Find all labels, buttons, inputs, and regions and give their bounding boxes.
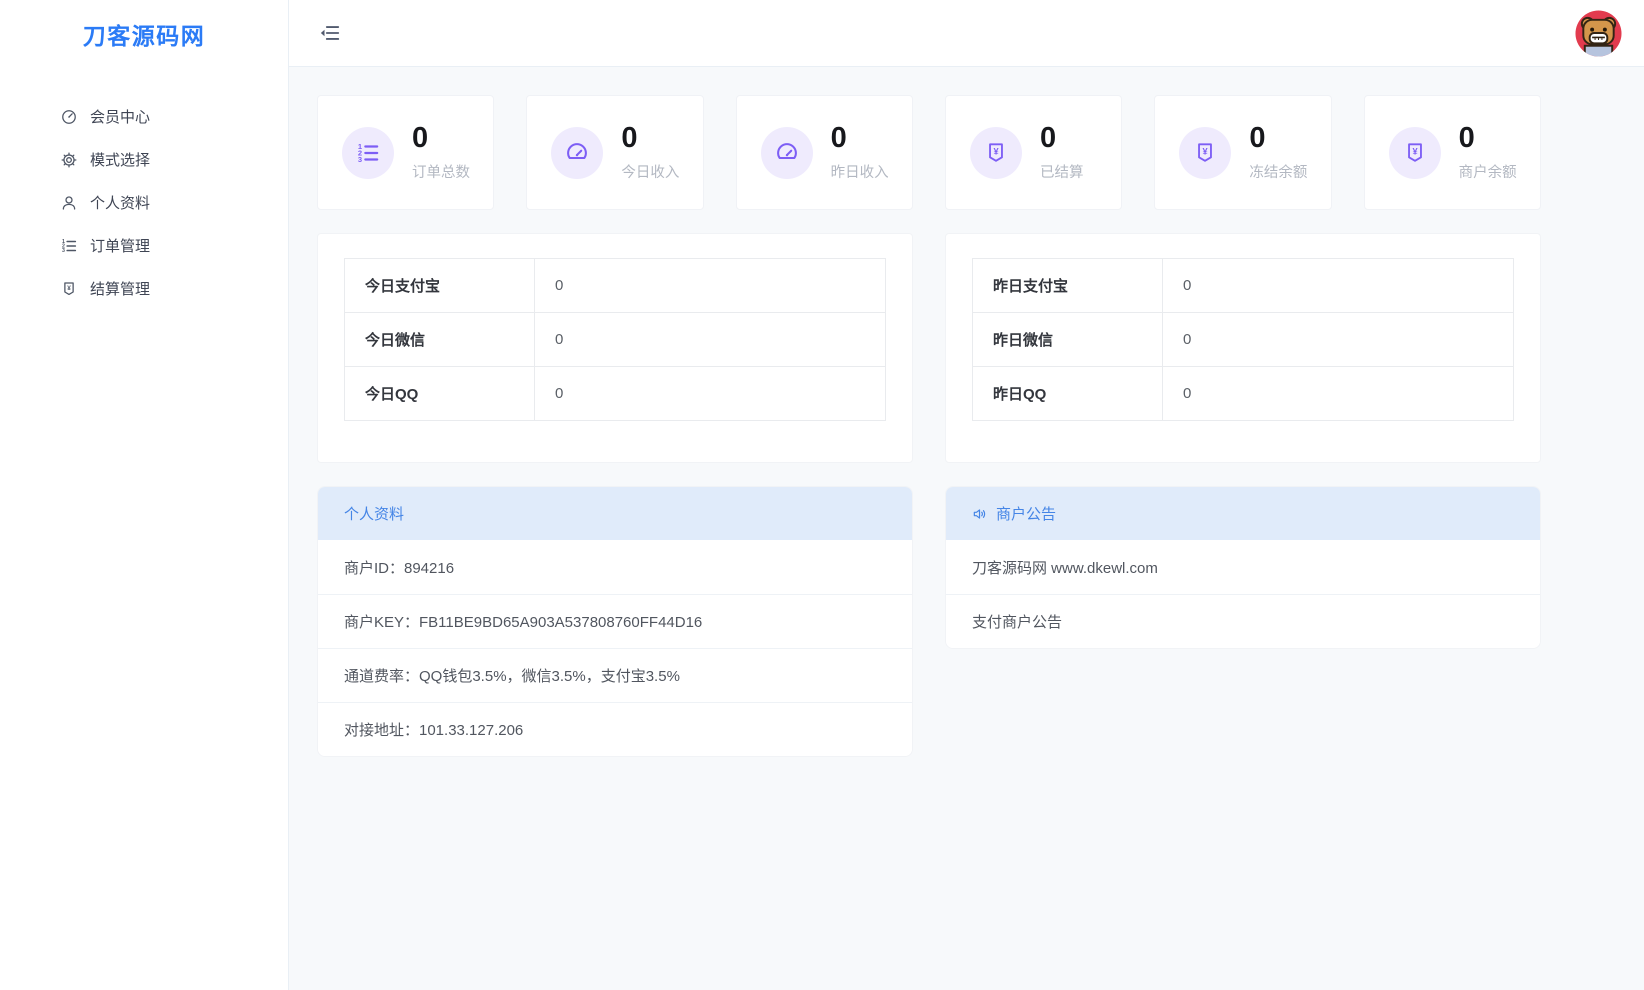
table-row: 今日微信 0 bbox=[345, 313, 886, 367]
stat-label: 昨日收入 bbox=[831, 161, 889, 182]
table-row: 今日支付宝 0 bbox=[345, 259, 886, 313]
stat-card-today-income: 0 今日收入 bbox=[526, 95, 703, 210]
stat-card-yesterday-income: 0 昨日收入 bbox=[736, 95, 913, 210]
stat-value: 0 bbox=[831, 123, 889, 153]
ordered-list-icon: 1 2 3 bbox=[342, 127, 394, 179]
shield-yen-icon: ¥ bbox=[60, 280, 78, 298]
sidebar-item-profile[interactable]: 个人资料 bbox=[0, 181, 288, 224]
list-item: 商户ID：894216 bbox=[318, 540, 912, 594]
sidebar-item-settlement[interactable]: ¥ 结算管理 bbox=[0, 267, 288, 310]
brand-logo[interactable]: 刀客源码网 bbox=[0, 0, 288, 67]
sidebar-item-label: 结算管理 bbox=[90, 278, 150, 299]
today-summary-panel: 今日支付宝 0 今日微信 0 今日QQ 0 bbox=[317, 233, 913, 463]
summary-tables-row: 今日支付宝 0 今日微信 0 今日QQ 0 bbox=[317, 233, 1541, 463]
svg-text:3: 3 bbox=[358, 154, 362, 163]
svg-text:¥: ¥ bbox=[1412, 146, 1418, 156]
app-window: 刀客源码网 会员中心 模式选择 bbox=[0, 0, 1644, 990]
gauge-icon bbox=[551, 127, 603, 179]
notice-panel-header: 商户公告 bbox=[946, 487, 1540, 540]
notice-panel: 商户公告 刀客源码网 www.dkewl.com 支付商户公告 bbox=[945, 486, 1541, 649]
row-value: 0 bbox=[1163, 259, 1514, 313]
shield-yen-icon: ¥ bbox=[1389, 127, 1441, 179]
table-row: 昨日微信 0 bbox=[973, 313, 1514, 367]
list-item: 刀客源码网 www.dkewl.com bbox=[946, 540, 1540, 594]
row-label: 昨日QQ bbox=[973, 367, 1163, 421]
row-value: 0 bbox=[535, 313, 886, 367]
sidebar-item-label: 个人资料 bbox=[90, 192, 150, 213]
bear-avatar[interactable] bbox=[1575, 10, 1622, 57]
stat-value: 0 bbox=[1040, 123, 1084, 153]
sidebar-item-member-center[interactable]: 会员中心 bbox=[0, 95, 288, 138]
row-value: 0 bbox=[1163, 367, 1514, 421]
user-icon bbox=[60, 194, 78, 212]
stat-value: 0 bbox=[1459, 123, 1517, 153]
stat-label: 今日收入 bbox=[621, 161, 679, 182]
stat-label: 订单总数 bbox=[412, 161, 470, 182]
ordered-list-icon: 1 2 3 bbox=[60, 237, 78, 255]
panel-title: 个人资料 bbox=[344, 503, 404, 524]
svg-text:¥: ¥ bbox=[67, 285, 71, 292]
sidebar-item-label: 模式选择 bbox=[90, 149, 150, 170]
gauge-icon bbox=[60, 108, 78, 126]
main-area: 1 2 3 0 订单总数 bbox=[289, 0, 1644, 990]
sidebar-item-mode-select[interactable]: 模式选择 bbox=[0, 138, 288, 181]
row-label: 昨日支付宝 bbox=[973, 259, 1163, 313]
gauge-icon bbox=[761, 127, 813, 179]
stat-card-settled: ¥ 0 已结算 bbox=[945, 95, 1122, 210]
list-item: 商户KEY：FB11BE9BD65A903A537808760FF44D16 bbox=[318, 594, 912, 648]
row-value: 0 bbox=[535, 367, 886, 421]
stat-value: 0 bbox=[621, 123, 679, 153]
profile-panel: 个人资料 商户ID：894216 商户KEY：FB11BE9BD65A903A5… bbox=[317, 486, 913, 757]
row-label: 今日微信 bbox=[345, 313, 535, 367]
sidebar-item-orders[interactable]: 1 2 3 订单管理 bbox=[0, 224, 288, 267]
today-summary-table: 今日支付宝 0 今日微信 0 今日QQ 0 bbox=[344, 258, 886, 421]
row-label: 今日支付宝 bbox=[345, 259, 535, 313]
row-value: 0 bbox=[535, 259, 886, 313]
stat-card-merchant-balance: ¥ 0 商户余额 bbox=[1364, 95, 1541, 210]
sidebar-item-label: 会员中心 bbox=[90, 106, 150, 127]
list-item: 对接地址：101.33.127.206 bbox=[318, 702, 912, 756]
stat-card-order-total: 1 2 3 0 订单总数 bbox=[317, 95, 494, 210]
table-row: 今日QQ 0 bbox=[345, 367, 886, 421]
shield-yen-icon: ¥ bbox=[970, 127, 1022, 179]
row-label: 昨日微信 bbox=[973, 313, 1163, 367]
yesterday-summary-table: 昨日支付宝 0 昨日微信 0 昨日QQ 0 bbox=[972, 258, 1514, 421]
panel-title: 商户公告 bbox=[996, 503, 1056, 524]
profile-panel-header: 个人资料 bbox=[318, 487, 912, 540]
topbar bbox=[289, 0, 1644, 67]
yesterday-summary-panel: 昨日支付宝 0 昨日微信 0 昨日QQ 0 bbox=[945, 233, 1541, 463]
table-row: 昨日QQ 0 bbox=[973, 367, 1514, 421]
row-label: 今日QQ bbox=[345, 367, 535, 421]
stat-value: 0 bbox=[412, 123, 470, 153]
sidebar: 刀客源码网 会员中心 模式选择 bbox=[0, 0, 289, 990]
gear-icon bbox=[60, 151, 78, 169]
list-item: 支付商户公告 bbox=[946, 594, 1540, 648]
stat-card-frozen-balance: ¥ 0 冻结余额 bbox=[1154, 95, 1331, 210]
menu-fold-icon[interactable] bbox=[319, 22, 341, 44]
info-panels-row: 个人资料 商户ID：894216 商户KEY：FB11BE9BD65A903A5… bbox=[317, 486, 1541, 757]
dashboard-content: 1 2 3 0 订单总数 bbox=[289, 67, 1644, 757]
svg-text:¥: ¥ bbox=[993, 146, 999, 156]
svg-text:¥: ¥ bbox=[1203, 146, 1209, 156]
stat-label: 商户余额 bbox=[1459, 161, 1517, 182]
stat-value: 0 bbox=[1249, 123, 1307, 153]
stat-label: 冻结余额 bbox=[1249, 161, 1307, 182]
row-value: 0 bbox=[1163, 313, 1514, 367]
table-row: 昨日支付宝 0 bbox=[973, 259, 1514, 313]
sidebar-item-label: 订单管理 bbox=[90, 235, 150, 256]
speaker-icon bbox=[972, 506, 988, 522]
list-item: 通道费率：QQ钱包3.5%，微信3.5%，支付宝3.5% bbox=[318, 648, 912, 702]
stat-label: 已结算 bbox=[1040, 161, 1084, 182]
sidebar-menu: 会员中心 模式选择 个人资料 bbox=[0, 67, 288, 310]
stat-cards-row: 1 2 3 0 订单总数 bbox=[317, 95, 1541, 210]
shield-yen-icon: ¥ bbox=[1179, 127, 1231, 179]
svg-text:3: 3 bbox=[62, 248, 65, 254]
